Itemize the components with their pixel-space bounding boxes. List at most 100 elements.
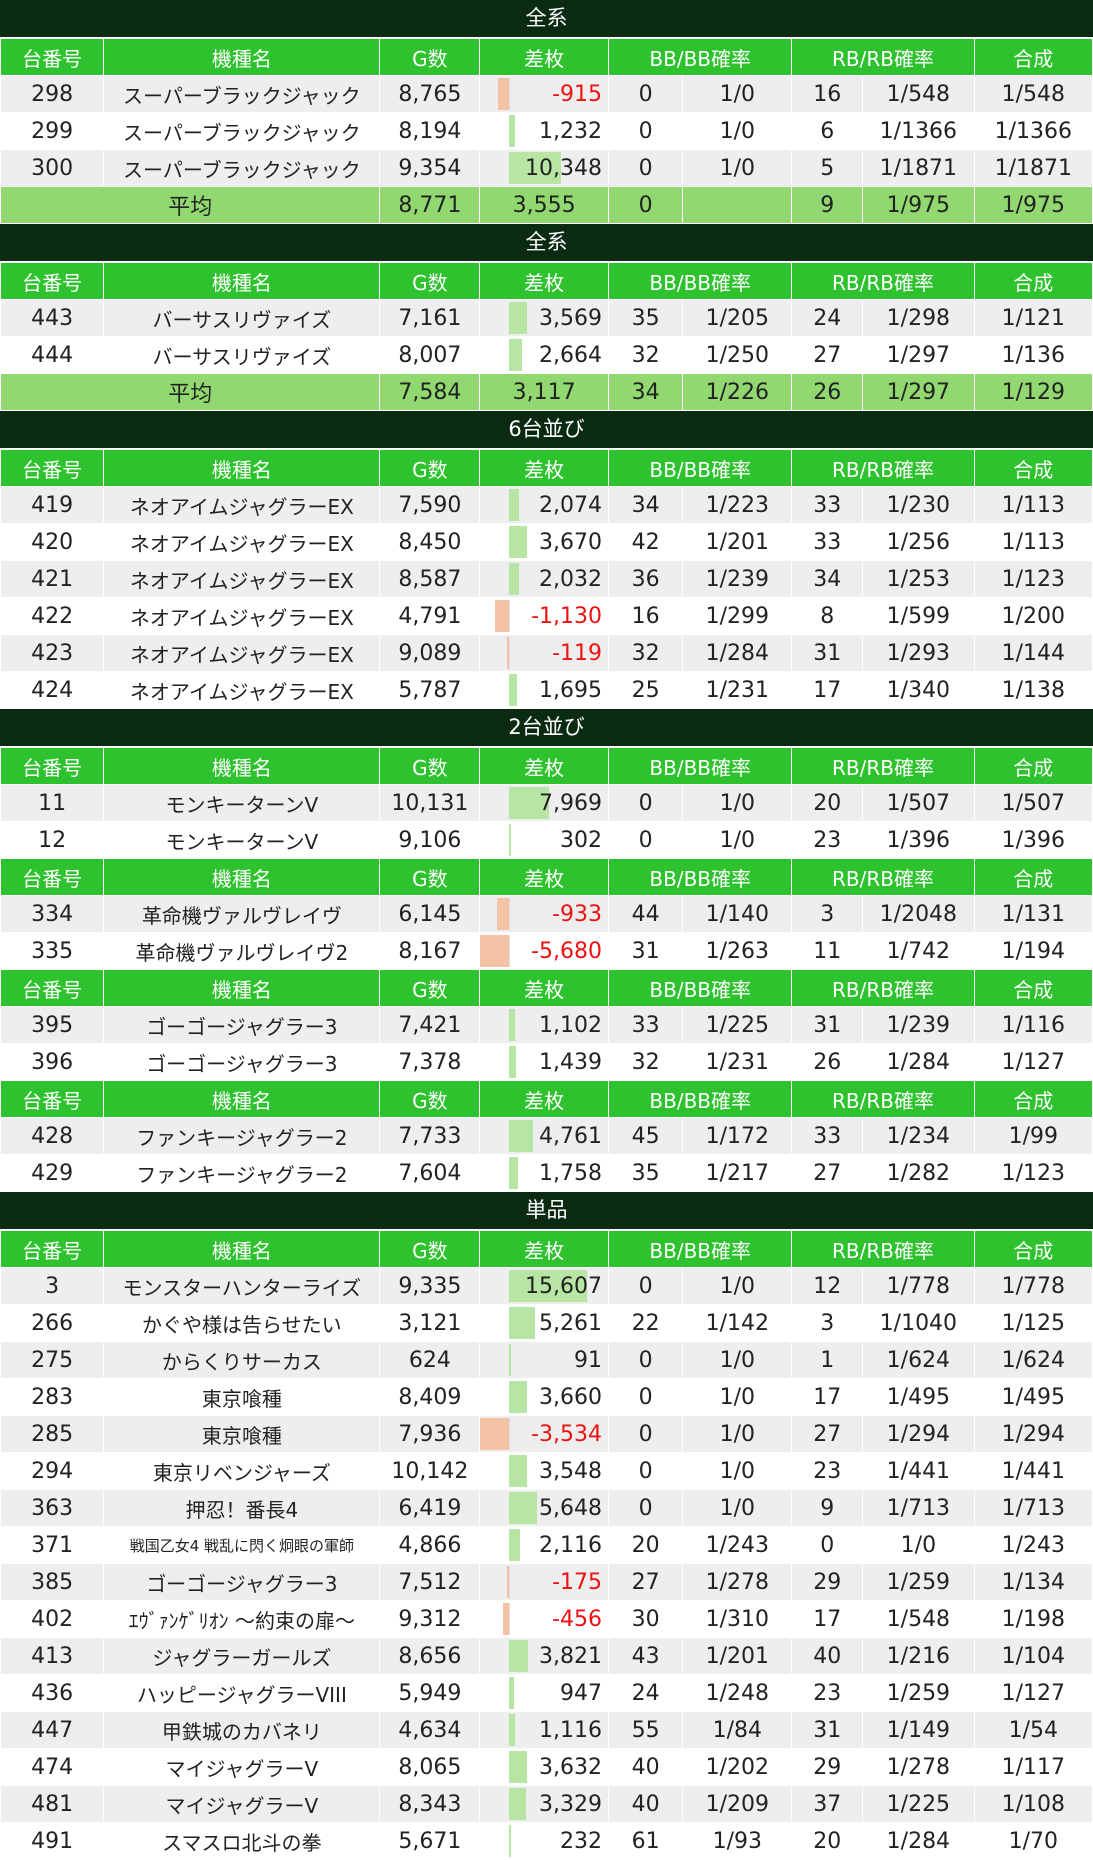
rb-count: 24 — [791, 299, 864, 337]
diff-value: 3,632 — [539, 1754, 603, 1780]
table-row[interactable]: 275 からくりサーカス 624 91 0 1/0 1 1/624 1/624 — [0, 1341, 1093, 1379]
rb-rate: 1/599 — [862, 597, 975, 635]
table-row[interactable]: 424 ネオアイムジャグラーEX 5,787 1,695 25 1/231 17 1/340 1… — [0, 671, 1093, 709]
table-row[interactable]: 371 戦国乙女4 戦乱に閃く炯眼の軍師 4,866 2,116 20 1/243 0 1/0… — [0, 1526, 1093, 1564]
total-rate: 1/243 — [973, 1526, 1093, 1564]
table-row[interactable]: 444 バーサスリヴァイズ 8,007 2,664 32 1/250 27 1/297 1/13… — [0, 336, 1093, 374]
diff-cell: 3,329 — [479, 1785, 610, 1823]
rb-count: 33 — [791, 486, 864, 524]
bb-count: 0 — [608, 112, 684, 150]
diff-value: 2,032 — [539, 566, 603, 592]
table-row[interactable]: 474 マイジャグラーV 8,065 3,632 40 1/202 29 1/278 1/117 — [0, 1748, 1093, 1786]
table-row[interactable]: 11 モンキーターンV 10,131 7,969 0 1/0 20 1/507 1/507 — [0, 784, 1093, 822]
rb-rate: 1/0 — [862, 1526, 975, 1564]
machine-name: ゴーゴージャグラー3 — [103, 1043, 381, 1081]
table-row[interactable]: 396 ゴーゴージャグラー3 7,378 1,439 32 1/231 26 1/284 1/1… — [0, 1043, 1093, 1081]
column-header-row: 台番号 機種名 G数 差枚 BB/BB確率 RB/RB確率 合成 — [0, 747, 1093, 785]
machine-name: 東京喰種 — [103, 1415, 381, 1453]
table-row[interactable]: 285 東京喰種 7,936 -3,534 0 1/0 27 1/294 1/294 — [0, 1415, 1093, 1453]
diff-cell: 302 — [479, 821, 610, 859]
table-row[interactable]: 481 マイジャグラーV 8,343 3,329 40 1/209 37 1/225 1/108 — [0, 1785, 1093, 1823]
table-row[interactable]: 436 ハッピージャグラーVIII 5,949 947 24 1/248 23 1/259 1/… — [0, 1674, 1093, 1712]
bb-count: 0 — [608, 1452, 684, 1490]
table-row[interactable]: 420 ネオアイムジャグラーEX 8,450 3,670 42 1/201 33 1/256 1… — [0, 523, 1093, 561]
avg-rb-rate: 1/297 — [862, 373, 975, 411]
machine-no: 428 — [0, 1117, 105, 1155]
bb-count: 30 — [608, 1600, 684, 1638]
rb-rate: 1/507 — [862, 784, 975, 822]
header-machine-no: 台番号 — [0, 262, 105, 300]
machine-no: 285 — [0, 1415, 105, 1453]
table-row[interactable]: 385 ゴーゴージャグラー3 7,512 -175 27 1/278 29 1/259 1/13… — [0, 1563, 1093, 1601]
table-row[interactable]: 299 スーパーブラックジャック 8,194 1,232 0 1/0 6 1/1366 1/13… — [0, 112, 1093, 150]
table-row[interactable]: 443 バーサスリヴァイズ 7,161 3,569 35 1/205 24 1/298 1/12… — [0, 299, 1093, 337]
table-row[interactable]: 422 ネオアイムジャグラーEX 4,791 -1,130 16 1/299 8 1/599 1… — [0, 597, 1093, 635]
table-row[interactable]: 298 スーパーブラックジャック 8,765 -915 0 1/0 16 1/548 1/548 — [0, 75, 1093, 113]
table-row[interactable]: 12 モンキーターンV 9,106 302 0 1/0 23 1/396 1/396 — [0, 821, 1093, 859]
games-count: 9,354 — [379, 149, 481, 187]
diff-value: -5,680 — [531, 938, 603, 964]
games-count: 10,142 — [379, 1452, 481, 1490]
bb-rate: 1/93 — [682, 1822, 793, 1860]
machine-name: ネオアイムジャグラーEX — [103, 560, 381, 598]
bb-rate: 1/0 — [682, 1341, 793, 1379]
games-count: 5,787 — [379, 671, 481, 709]
bb-rate: 1/0 — [682, 149, 793, 187]
diff-value: -3,534 — [531, 1421, 603, 1447]
rb-count: 23 — [791, 1452, 864, 1490]
machine-no: 419 — [0, 486, 105, 524]
table-row[interactable]: 300 スーパーブラックジャック 9,354 10,348 0 1/0 5 1/1871 1/1… — [0, 149, 1093, 187]
table-row[interactable]: 283 東京喰種 8,409 3,660 0 1/0 17 1/495 1/495 — [0, 1378, 1093, 1416]
table-row[interactable]: 363 押忍！番長4 6,419 5,648 0 1/0 9 1/713 1/713 — [0, 1489, 1093, 1527]
machine-no: 3 — [0, 1267, 105, 1305]
diff-value: 3,329 — [539, 1791, 603, 1817]
rb-count: 33 — [791, 523, 864, 561]
games-count: 9,106 — [379, 821, 481, 859]
table-row[interactable]: 402 ｴｳﾞｧﾝｹﾞﾘｵﾝ ～約束の扉～ 9,312 -456 30 1/310 17 1/… — [0, 1600, 1093, 1638]
diff-bar-negative — [498, 78, 510, 110]
machine-no: 283 — [0, 1378, 105, 1416]
table-row[interactable]: 419 ネオアイムジャグラーEX 7,590 2,074 34 1/223 33 1/230 1… — [0, 486, 1093, 524]
rb-rate: 1/1871 — [862, 149, 975, 187]
table-row[interactable]: 3 モンスターハンターライズ 9,335 15,607 0 1/0 12 1/778 1/778 — [0, 1267, 1093, 1305]
bb-rate: 1/231 — [682, 671, 793, 709]
table-row[interactable]: 423 ネオアイムジャグラーEX 9,089 -119 32 1/284 31 1/293 1/… — [0, 634, 1093, 672]
header-machine-name: 機種名 — [103, 858, 381, 896]
total-rate: 1/495 — [973, 1378, 1093, 1416]
table-row[interactable]: 266 かぐや様は告らせたい 3,121 5,261 22 1/142 3 1/1040 1/1… — [0, 1304, 1093, 1342]
bb-count: 35 — [608, 299, 684, 337]
bb-rate: 1/142 — [682, 1304, 793, 1342]
games-count: 7,604 — [379, 1154, 481, 1192]
machine-no: 444 — [0, 336, 105, 374]
table-row[interactable]: 294 東京リベンジャーズ 10,142 3,548 0 1/0 23 1/441 1/441 — [0, 1452, 1093, 1490]
bb-rate: 1/0 — [682, 821, 793, 859]
table-row[interactable]: 421 ネオアイムジャグラーEX 8,587 2,032 36 1/239 34 1/253 1… — [0, 560, 1093, 598]
header-diff: 差枚 — [479, 747, 610, 785]
rb-count: 5 — [791, 149, 864, 187]
table-row[interactable]: 428 ファンキージャグラー2 7,733 4,761 45 1/172 33 1/234 1/… — [0, 1117, 1093, 1155]
rb-count: 12 — [791, 1267, 864, 1305]
machine-no: 11 — [0, 784, 105, 822]
table-row[interactable]: 429 ファンキージャグラー2 7,604 1,758 35 1/217 27 1/282 1/… — [0, 1154, 1093, 1192]
diff-value: -933 — [552, 901, 603, 927]
header-machine-name: 機種名 — [103, 262, 381, 300]
table-row[interactable]: 334 革命機ヴァルヴレイヴ 6,145 -933 44 1/140 3 1/2048 1/13… — [0, 895, 1093, 933]
table-row[interactable]: 335 革命機ヴァルヴレイヴ2 8,167 -5,680 31 1/263 11 1/742 1… — [0, 932, 1093, 970]
table-row[interactable]: 447 甲鉄城のカバネリ 4,634 1,116 55 1/84 31 1/149 1/54 — [0, 1711, 1093, 1749]
rb-count: 34 — [791, 560, 864, 598]
bb-rate: 1/209 — [682, 1785, 793, 1823]
rb-rate: 1/256 — [862, 523, 975, 561]
machine-name: 東京リベンジャーズ — [103, 1452, 381, 1490]
machine-no: 371 — [0, 1526, 105, 1564]
table-row[interactable]: 491 スマスロ北斗の拳 5,671 232 61 1/93 20 1/284 1/70 — [0, 1822, 1093, 1860]
table-row[interactable]: 413 ジャグラーガールズ 8,656 3,821 43 1/201 40 1/216 1/10… — [0, 1637, 1093, 1675]
total-rate: 1/127 — [973, 1043, 1093, 1081]
table-row[interactable]: 395 ゴーゴージャグラー3 7,421 1,102 33 1/225 31 1/239 1/1… — [0, 1006, 1093, 1044]
diff-cell: 3,569 — [479, 299, 610, 337]
rb-count: 31 — [791, 1006, 864, 1044]
header-machine-name: 機種名 — [103, 969, 381, 1007]
machine-name: スーパーブラックジャック — [103, 112, 381, 150]
total-rate: 1/194 — [973, 932, 1093, 970]
rb-rate: 1/624 — [862, 1341, 975, 1379]
total-rate: 1/778 — [973, 1267, 1093, 1305]
